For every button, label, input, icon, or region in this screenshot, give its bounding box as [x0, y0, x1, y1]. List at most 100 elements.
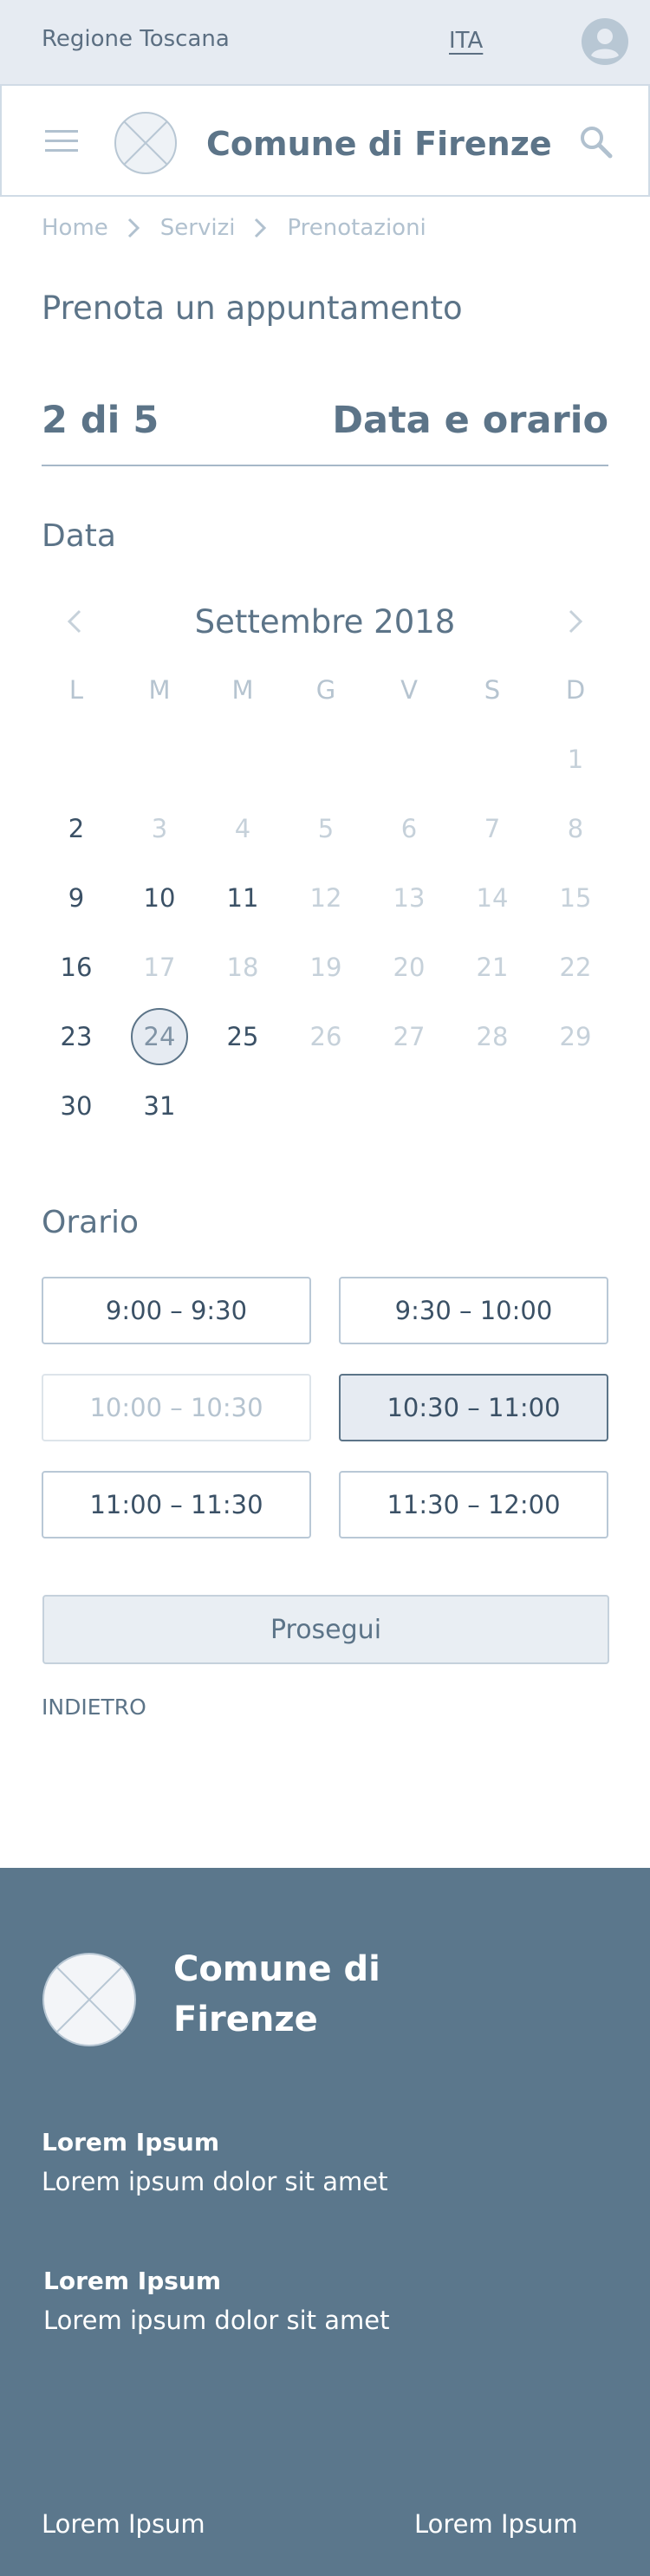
calendar-day: 1 [534, 745, 617, 774]
calendar-day: 26 [284, 1022, 367, 1051]
calendar-day-number: 26 [309, 1022, 342, 1051]
calendar-day-selected[interactable]: 24 [118, 1008, 201, 1065]
time-slot-button[interactable]: 9:30 – 10:00 [339, 1277, 608, 1344]
back-link[interactable]: INDIETRO [42, 1695, 146, 1720]
breadcrumb-servizi[interactable]: Servizi [160, 215, 236, 241]
calendar-day: 28 [451, 1022, 534, 1051]
top-bar: Regione Toscana ITA [0, 0, 650, 84]
calendar-day: 20 [367, 953, 451, 982]
calendar-day: 21 [451, 953, 534, 982]
footer-block-text: Lorem ipsum dolor sit amet [43, 2306, 390, 2335]
calendar-day-number: 29 [559, 1022, 592, 1051]
calendar-day: 19 [284, 953, 367, 982]
calendar-day-number: 17 [143, 953, 176, 982]
time-slot-button[interactable]: 10:30 – 11:00 [339, 1374, 608, 1441]
chevron-right-icon [255, 218, 267, 238]
calendar-day-number: 28 [476, 1022, 509, 1051]
language-selector[interactable]: ITA [449, 28, 483, 54]
breadcrumb-home[interactable]: Home [42, 215, 108, 241]
calendar-day[interactable]: 16 [35, 953, 118, 982]
search-icon[interactable] [578, 124, 613, 159]
footer-title[interactable]: Comune di Firenze [173, 1944, 433, 2045]
calendar-day-number: 5 [317, 814, 335, 843]
calendar-day-number: 4 [234, 814, 251, 843]
calendar-day-number: 23 [60, 1022, 93, 1051]
calendar-day-number: 15 [559, 883, 592, 913]
chevron-right-icon[interactable] [560, 607, 589, 636]
calendar-day-number: 16 [60, 953, 93, 982]
calendar-day: 5 [284, 814, 367, 843]
calendar-day: 22 [534, 953, 617, 982]
calendar-day: 7 [451, 814, 534, 843]
calendar-week-row: 23 24 25 26 27 28 29 [35, 1002, 617, 1071]
calendar-day-number: 9 [68, 883, 85, 913]
logo-placeholder-icon[interactable] [114, 111, 178, 175]
footer-block-text: Lorem ipsum dolor sit amet [42, 2167, 388, 2196]
time-slot-button[interactable]: 11:00 – 11:30 [42, 1471, 311, 1538]
user-avatar-icon[interactable] [582, 18, 628, 65]
time-slot-grid: 9:00 – 9:30 9:30 – 10:00 10:00 – 10:30 10:3… [42, 1277, 608, 1538]
step-label: Data e orario [332, 399, 608, 442]
time-slot-button[interactable]: 9:00 – 9:30 [42, 1277, 311, 1344]
site-title[interactable]: Comune di Firenze [206, 125, 552, 163]
calendar-week-row: 16 17 18 19 20 21 22 [35, 933, 617, 1002]
footer-block: Lorem Ipsum Lorem ipsum dolor sit amet [42, 2128, 388, 2196]
continue-button[interactable]: Prosegui [42, 1595, 609, 1664]
calendar-day-number: 18 [226, 953, 259, 982]
footer-block-title: Lorem Ipsum [43, 2267, 222, 2295]
breadcrumb: Home Servizi Prenotazioni [42, 215, 426, 241]
calendar-day-number: 6 [400, 814, 418, 843]
time-slot-button[interactable]: 11:30 – 12:00 [339, 1471, 608, 1538]
calendar-day: 13 [367, 883, 451, 913]
calendar-day-number: 30 [60, 1091, 93, 1121]
calendar-week-row: 30 31 [35, 1071, 617, 1141]
calendar-day-number: 3 [151, 814, 168, 843]
site-footer: Comune di Firenze Lorem Ipsum Lorem ipsu… [0, 1868, 650, 2576]
footer-link[interactable]: Lorem Ipsum [42, 2509, 205, 2539]
calendar-day[interactable]: 10 [118, 883, 201, 913]
calendar-day-number: 25 [226, 1022, 259, 1051]
site-header: Comune di Firenze [0, 84, 650, 197]
weekday-label: D [565, 675, 586, 705]
calendar-day[interactable]: 31 [118, 1091, 201, 1121]
calendar-day[interactable]: 9 [35, 883, 118, 913]
calendar-weekday-row: LMMGVSD [35, 655, 617, 725]
step-count: 2 di 5 [42, 399, 159, 442]
calendar-day: 18 [201, 953, 284, 982]
calendar-week-row: 2 3 4 5 6 7 8 [35, 794, 617, 863]
calendar-day[interactable]: 30 [35, 1091, 118, 1121]
time-section-title: Orario [42, 1205, 140, 1240]
calendar-day-number: 2 [68, 814, 85, 843]
calendar-day: 27 [367, 1022, 451, 1051]
chevron-right-icon [127, 218, 140, 238]
calendar-day-number: 24 [131, 1008, 188, 1065]
date-section-title: Data [42, 518, 116, 554]
calendar-day: 3 [118, 814, 201, 843]
time-slot-button: 10:00 – 10:30 [42, 1374, 311, 1441]
footer-block-title: Lorem Ipsum [42, 2128, 220, 2156]
calendar-day-number: 27 [393, 1022, 426, 1051]
calendar-day-number: 21 [476, 953, 509, 982]
calendar-day[interactable]: 11 [201, 883, 284, 913]
page-title: Prenota un appuntamento [42, 289, 463, 327]
calendar-day-number: 8 [567, 814, 584, 843]
calendar-day-number: 12 [309, 883, 342, 913]
calendar-day-number: 22 [559, 953, 592, 982]
calendar-day[interactable]: 2 [35, 814, 118, 843]
calendar-day: 4 [201, 814, 284, 843]
calendar-day[interactable]: 25 [201, 1022, 284, 1051]
logo-placeholder-icon[interactable] [42, 1952, 137, 2047]
region-label[interactable]: Regione Toscana [42, 26, 230, 52]
hamburger-menu-icon[interactable] [45, 129, 78, 153]
calendar-week-row: 9 10 11 12 13 14 15 [35, 863, 617, 933]
footer-link[interactable]: Lorem Ipsum [414, 2509, 578, 2539]
calendar-day[interactable]: 23 [35, 1022, 118, 1051]
weekday-label: M [231, 675, 254, 705]
calendar-day-number: 20 [393, 953, 426, 982]
calendar-day-number: 13 [393, 883, 426, 913]
calendar-month-label: Settembre 2018 [194, 603, 456, 641]
calendar-week-row: 1 [35, 725, 617, 794]
calendar-day-number: 7 [484, 814, 501, 843]
step-indicator: 2 di 5 Data e orario [42, 399, 608, 466]
weekday-label: M [148, 675, 171, 705]
